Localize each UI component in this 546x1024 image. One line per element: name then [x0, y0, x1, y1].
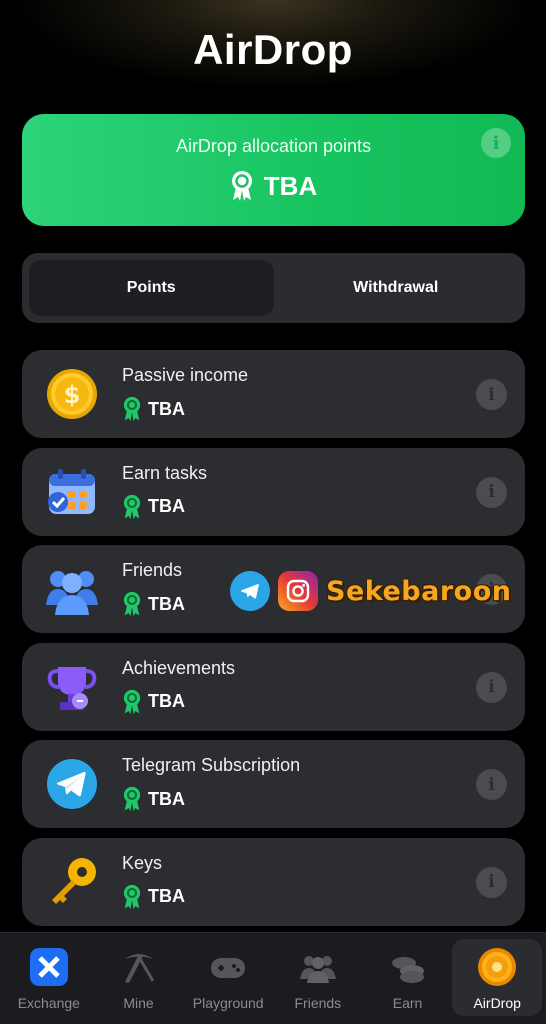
row-value: TBA	[122, 396, 185, 422]
allocation-card: AirDrop allocation points TBA i	[22, 114, 525, 226]
friends-icon	[46, 571, 98, 615]
allocation-value: TBA	[22, 170, 525, 202]
list-item-achievements[interactable]: Achievements TBA i	[22, 642, 525, 731]
info-icon[interactable]: i	[476, 671, 507, 703]
watermark-text: Sekebaroon	[326, 575, 512, 607]
allocation-value-text: TBA	[263, 170, 318, 201]
tab-mine[interactable]: Mine	[94, 939, 184, 1016]
row-value: TBA	[122, 689, 185, 715]
allocation-label: AirDrop allocation points	[175, 136, 372, 156]
points-list: $ Passive income TBA i Earn tasks TBA i …	[22, 350, 525, 935]
award-ribbon-icon	[123, 786, 141, 812]
info-icon[interactable]: i	[476, 379, 507, 410]
gamepad-icon	[208, 947, 248, 987]
telegram-icon	[230, 571, 270, 611]
info-icon[interactable]: i	[481, 128, 511, 158]
award-ribbon-icon	[123, 884, 141, 909]
list-item-telegram-subscription[interactable]: Telegram Subscription TBA i	[22, 740, 525, 828]
coin-dollar-icon: $	[47, 369, 97, 419]
trophy-icon	[47, 666, 97, 710]
friends-icon	[298, 947, 338, 987]
award-ribbon-icon	[123, 396, 141, 422]
page-title: AirDrop	[193, 26, 353, 73]
row-title: Telegram Subscription	[122, 755, 301, 775]
calendar-icon	[48, 468, 95, 514]
telegram-icon	[47, 759, 97, 809]
award-ribbon-icon	[231, 171, 252, 201]
tab-earn[interactable]: Earn	[363, 939, 453, 1016]
bottom-tab-bar: Exchange Mine Playground Friends Earn Ai…	[0, 932, 546, 1024]
list-item-earn-tasks[interactable]: Earn tasks TBA i	[22, 447, 525, 536]
row-title: Achievements	[122, 657, 236, 678]
exchange-icon	[29, 947, 69, 987]
airdrop-coin-icon	[477, 947, 517, 987]
row-title: Passive income	[122, 365, 249, 385]
watermark-overlay: Sekebaroon	[230, 570, 511, 612]
row-title: Keys	[122, 852, 163, 873]
row-title: Earn tasks	[122, 462, 208, 483]
info-icon[interactable]: i	[476, 476, 507, 508]
row-value: TBA	[122, 884, 185, 910]
row-value: TBA	[122, 591, 185, 617]
key-icon	[52, 857, 96, 904]
list-item-passive-income[interactable]: $ Passive income TBA i	[22, 350, 525, 438]
tab-points[interactable]: Points	[29, 260, 274, 316]
tab-friends[interactable]: Friends	[273, 939, 363, 1016]
instagram-icon	[278, 571, 318, 611]
row-value: TBA	[122, 494, 185, 520]
info-icon[interactable]: i	[476, 866, 507, 898]
tab-airdrop[interactable]: AirDrop	[452, 939, 543, 1016]
svg-text:$: $	[64, 381, 81, 409]
award-ribbon-icon	[123, 494, 141, 519]
row-title: Friends	[122, 560, 183, 580]
tab-withdrawal[interactable]: Withdrawal	[274, 260, 519, 316]
tab-playground[interactable]: Playground	[183, 939, 273, 1016]
info-icon[interactable]: i	[476, 769, 507, 800]
list-item-keys[interactable]: Keys TBA i	[22, 837, 525, 926]
row-value: TBA	[122, 786, 185, 812]
pickaxe-icon	[119, 947, 159, 987]
award-ribbon-icon	[123, 591, 141, 617]
award-ribbon-icon	[123, 689, 141, 714]
tab-exchange[interactable]: Exchange	[4, 939, 94, 1016]
coins-icon	[388, 947, 428, 987]
points-withdrawal-tabs: Points Withdrawal	[22, 253, 525, 323]
